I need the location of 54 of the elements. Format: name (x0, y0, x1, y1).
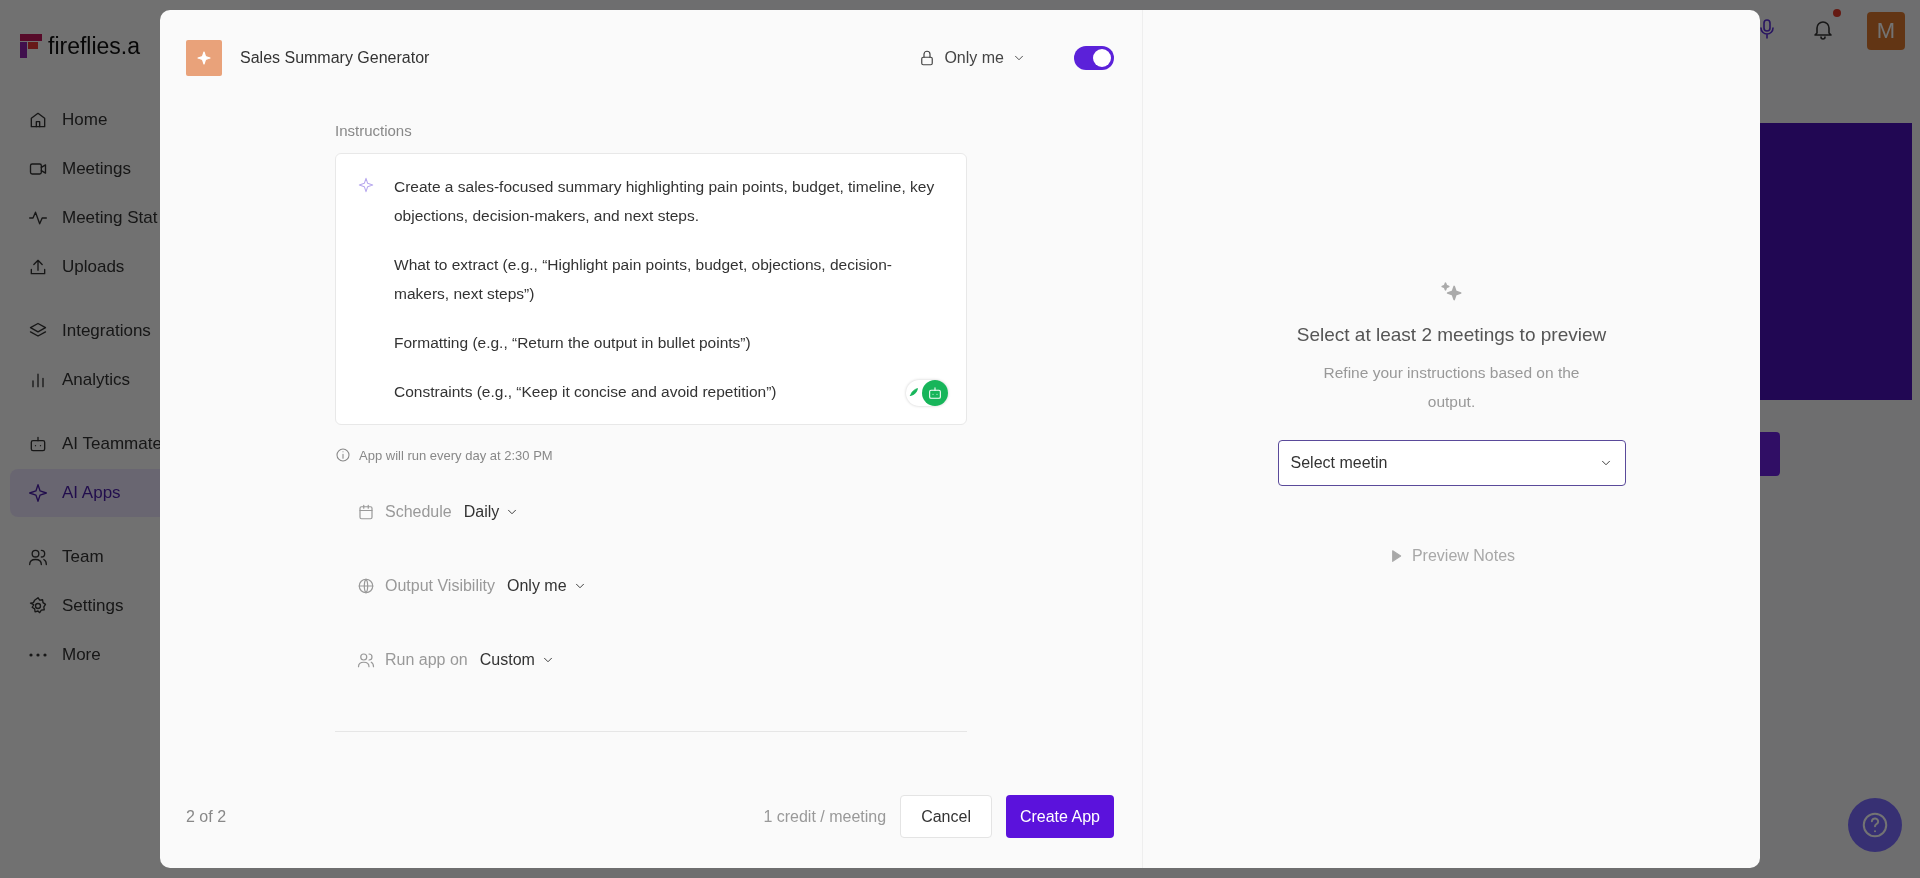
logo-text: fireflies.a (48, 32, 141, 60)
instruction-text: Formatting (e.g., “Return the output in bullet points”) (394, 333, 751, 353)
setting-label: Output Visibility (385, 577, 495, 595)
setting-dropdown[interactable]: Only me (507, 577, 587, 595)
setting-label: Schedule (385, 503, 452, 521)
credit-note: 1 credit / meeting (763, 807, 887, 826)
setting-dropdown[interactable]: Custom (479, 651, 555, 669)
home-icon (28, 110, 48, 130)
setting-dropdown[interactable]: Daily (463, 503, 520, 521)
help-icon (1860, 810, 1890, 840)
sidebar-item[interactable]: Integrations (10, 307, 240, 355)
logo-icon (20, 34, 42, 58)
sidebar-item[interactable]: Uploads (10, 243, 240, 291)
app-title: Sales Summary Generator (240, 49, 431, 67)
instruction-text: Constraints (e.g., “Keep it concise and avoid repetition”) (394, 382, 777, 402)
help-button[interactable] (1848, 798, 1902, 852)
instruction-text: What to extract (e.g., “Highlight pain points, budget, objections, decision-makers, next steps”) (394, 255, 893, 304)
upload-icon (28, 257, 48, 277)
sidebar-item[interactable]: Team (10, 533, 240, 581)
sidebar-item[interactable]: Meeting Stat (10, 194, 240, 242)
toggle-switch[interactable] (1074, 46, 1114, 70)
sidebar-item[interactable]: Analytics (10, 356, 240, 404)
sidebar-item[interactable]: Meetings (10, 145, 240, 193)
sparkle-icon (28, 483, 48, 503)
robot-icon (28, 434, 48, 454)
avatar[interactable]: M (1867, 12, 1905, 50)
create-app-button[interactable]: Create App (1005, 795, 1114, 838)
sidebar-item[interactable]: Home (10, 96, 240, 144)
preview-title: Select at least 2 meetings to preview (1296, 324, 1607, 346)
sidebar-item[interactable]: More (10, 631, 240, 679)
preview-subtitle: Refine your instructions based on the output. (1322, 363, 1581, 412)
sidebar-item[interactable]: Settings (10, 582, 240, 630)
sparkle-icon (195, 49, 213, 67)
robot-icon (927, 385, 943, 401)
instruction-text: Create a sales-focused summary highlighting pain points, budget, timeline, key objections, decision-makers, and next steps. (394, 177, 936, 226)
section-label: Instructions (335, 122, 413, 139)
setting-label: Run app on (385, 651, 468, 669)
people-icon (357, 651, 375, 669)
extension-badge[interactable] (906, 380, 948, 406)
step-counter: 2 of 2 (186, 807, 228, 826)
visibility-dropdown[interactable]: Only me (918, 49, 1026, 67)
instructions-field[interactable] (335, 153, 967, 425)
notification-dot (1833, 9, 1841, 17)
people-icon (28, 547, 48, 567)
leaf-icon (908, 386, 920, 398)
sidebar-item[interactable]: AI Teammate (10, 420, 240, 468)
calendar-icon (357, 503, 375, 521)
settings-icon (28, 596, 48, 616)
cancel-button[interactable]: Cancel (900, 795, 992, 838)
schedule-note: App will run every day at 2:30 PM (359, 447, 553, 463)
globe-icon (357, 577, 375, 595)
info-icon (335, 447, 351, 463)
more-icon (28, 653, 48, 657)
sparkle-icon (358, 177, 374, 193)
